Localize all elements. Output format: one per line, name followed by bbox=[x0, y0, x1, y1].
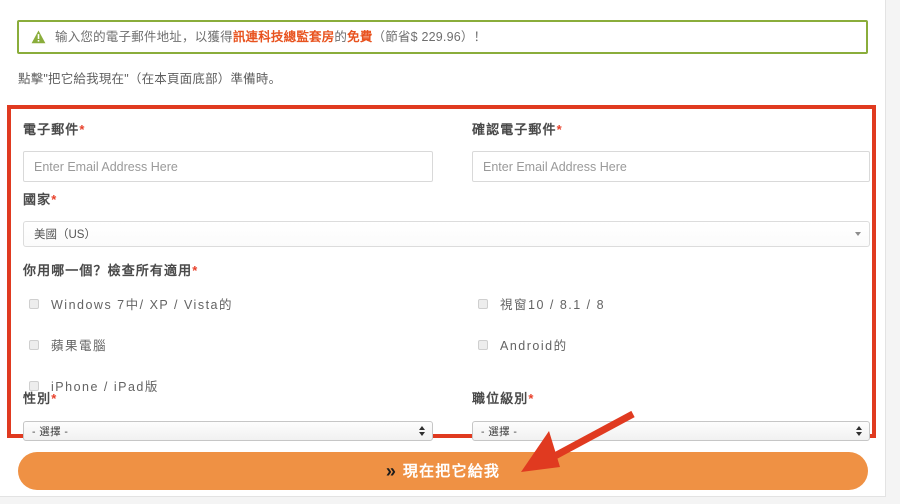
checkbox-label: Android的 bbox=[500, 339, 568, 353]
email-required-mark: * bbox=[79, 122, 85, 137]
gender-label: 性別* bbox=[23, 391, 57, 406]
email-confirm-input[interactable] bbox=[472, 151, 870, 182]
gender-selected-value: - 選擇 - bbox=[32, 425, 69, 438]
promo-alert-text: 输入您的電子郵件地址，以獲得訊連科技總監套房的免費（節省$ 229.96）！ bbox=[55, 31, 486, 44]
checkbox-windows10-icon[interactable] bbox=[478, 298, 488, 309]
os-options-right: 視窗10 / 8.1 / 8 Android的 bbox=[478, 294, 605, 354]
email-confirm-label: 確認電子郵件* bbox=[472, 122, 562, 137]
job-level-selected-value: - 選擇 - bbox=[481, 425, 518, 438]
checkbox-windows7-icon[interactable] bbox=[29, 298, 39, 309]
page-container: 输入您的電子郵件地址，以獲得訊連科技總監套房的免費（節省$ 229.96）！ 點… bbox=[0, 0, 886, 497]
stepper-arrows-icon bbox=[856, 426, 862, 436]
checkbox-label: Windows 7中/ XP / Vista的 bbox=[51, 298, 234, 312]
checkbox-label: 視窗10 / 8.1 / 8 bbox=[500, 298, 606, 312]
job-level-label: 職位級別* bbox=[472, 391, 534, 406]
email-confirm-field-group: 確認電子郵件* bbox=[472, 119, 870, 182]
country-field-group: 國家* 美國（US） bbox=[23, 189, 870, 247]
signup-form-box: 電子郵件* 確認電子郵件* 國家* 美國（US） 你用哪一個？檢查所有適用* W… bbox=[7, 105, 876, 441]
alert-text-product: 訊連科技總監套房 bbox=[232, 29, 335, 44]
os-question-label: 你用哪一個？檢查所有適用* bbox=[23, 263, 198, 278]
gender-required-mark: * bbox=[51, 391, 57, 406]
chevron-down-icon bbox=[855, 232, 861, 236]
job-level-field-group: 職位級別* - 選擇 - bbox=[472, 388, 870, 441]
email-input[interactable] bbox=[23, 151, 433, 182]
double-chevron-right-icon: » bbox=[385, 461, 396, 481]
job-level-select[interactable]: - 選擇 - bbox=[472, 421, 870, 441]
email-label: 電子郵件* bbox=[23, 122, 85, 137]
gender-field-group: 性別* - 選擇 - bbox=[23, 388, 433, 441]
submit-button-label: 現在把它給我 bbox=[402, 462, 501, 480]
email-confirm-required-mark: * bbox=[556, 122, 562, 137]
os-question-required-mark: * bbox=[192, 263, 198, 278]
alert-text-part1: 输入您的電子郵件地址，以獲得 bbox=[55, 29, 233, 44]
instruction-note: 點擊"把它給我現在"（在本頁面底部）準備時。 bbox=[18, 72, 282, 86]
checkbox-row[interactable]: Windows 7中/ XP / Vista的 bbox=[29, 294, 233, 313]
checkbox-row[interactable]: 蘋果電腦 bbox=[29, 335, 233, 354]
checkbox-label: 蘋果電腦 bbox=[51, 339, 108, 353]
job-level-required-mark: * bbox=[528, 391, 534, 406]
checkbox-row[interactable]: Android的 bbox=[478, 335, 605, 354]
checkbox-row[interactable]: 視窗10 / 8.1 / 8 bbox=[478, 294, 605, 313]
checkbox-mac-icon[interactable] bbox=[29, 339, 39, 350]
os-question-group: 你用哪一個？檢查所有適用* bbox=[23, 260, 870, 279]
alert-text-part2: 的 bbox=[334, 29, 348, 44]
country-selected-value: 美國（US） bbox=[34, 229, 96, 241]
submit-button[interactable]: » 現在把它給我 bbox=[18, 452, 868, 490]
gender-select[interactable]: - 選擇 - bbox=[23, 421, 433, 441]
email-field-group: 電子郵件* bbox=[23, 119, 433, 182]
alert-text-free: 免費 bbox=[347, 29, 373, 44]
country-select[interactable]: 美國（US） bbox=[23, 221, 870, 247]
warning-triangle-icon bbox=[31, 30, 46, 44]
os-options-left: Windows 7中/ XP / Vista的 蘋果電腦 iPhone / iP… bbox=[29, 294, 233, 395]
promo-alert-banner: 输入您的電子郵件地址，以獲得訊連科技總監套房的免費（節省$ 229.96）！ bbox=[17, 20, 868, 54]
stepper-arrows-icon bbox=[419, 426, 425, 436]
checkbox-android-icon[interactable] bbox=[478, 339, 488, 350]
country-required-mark: * bbox=[51, 192, 57, 207]
country-label: 國家* bbox=[23, 192, 57, 207]
alert-text-savings: （節省$ 229.96）！ bbox=[372, 29, 487, 44]
